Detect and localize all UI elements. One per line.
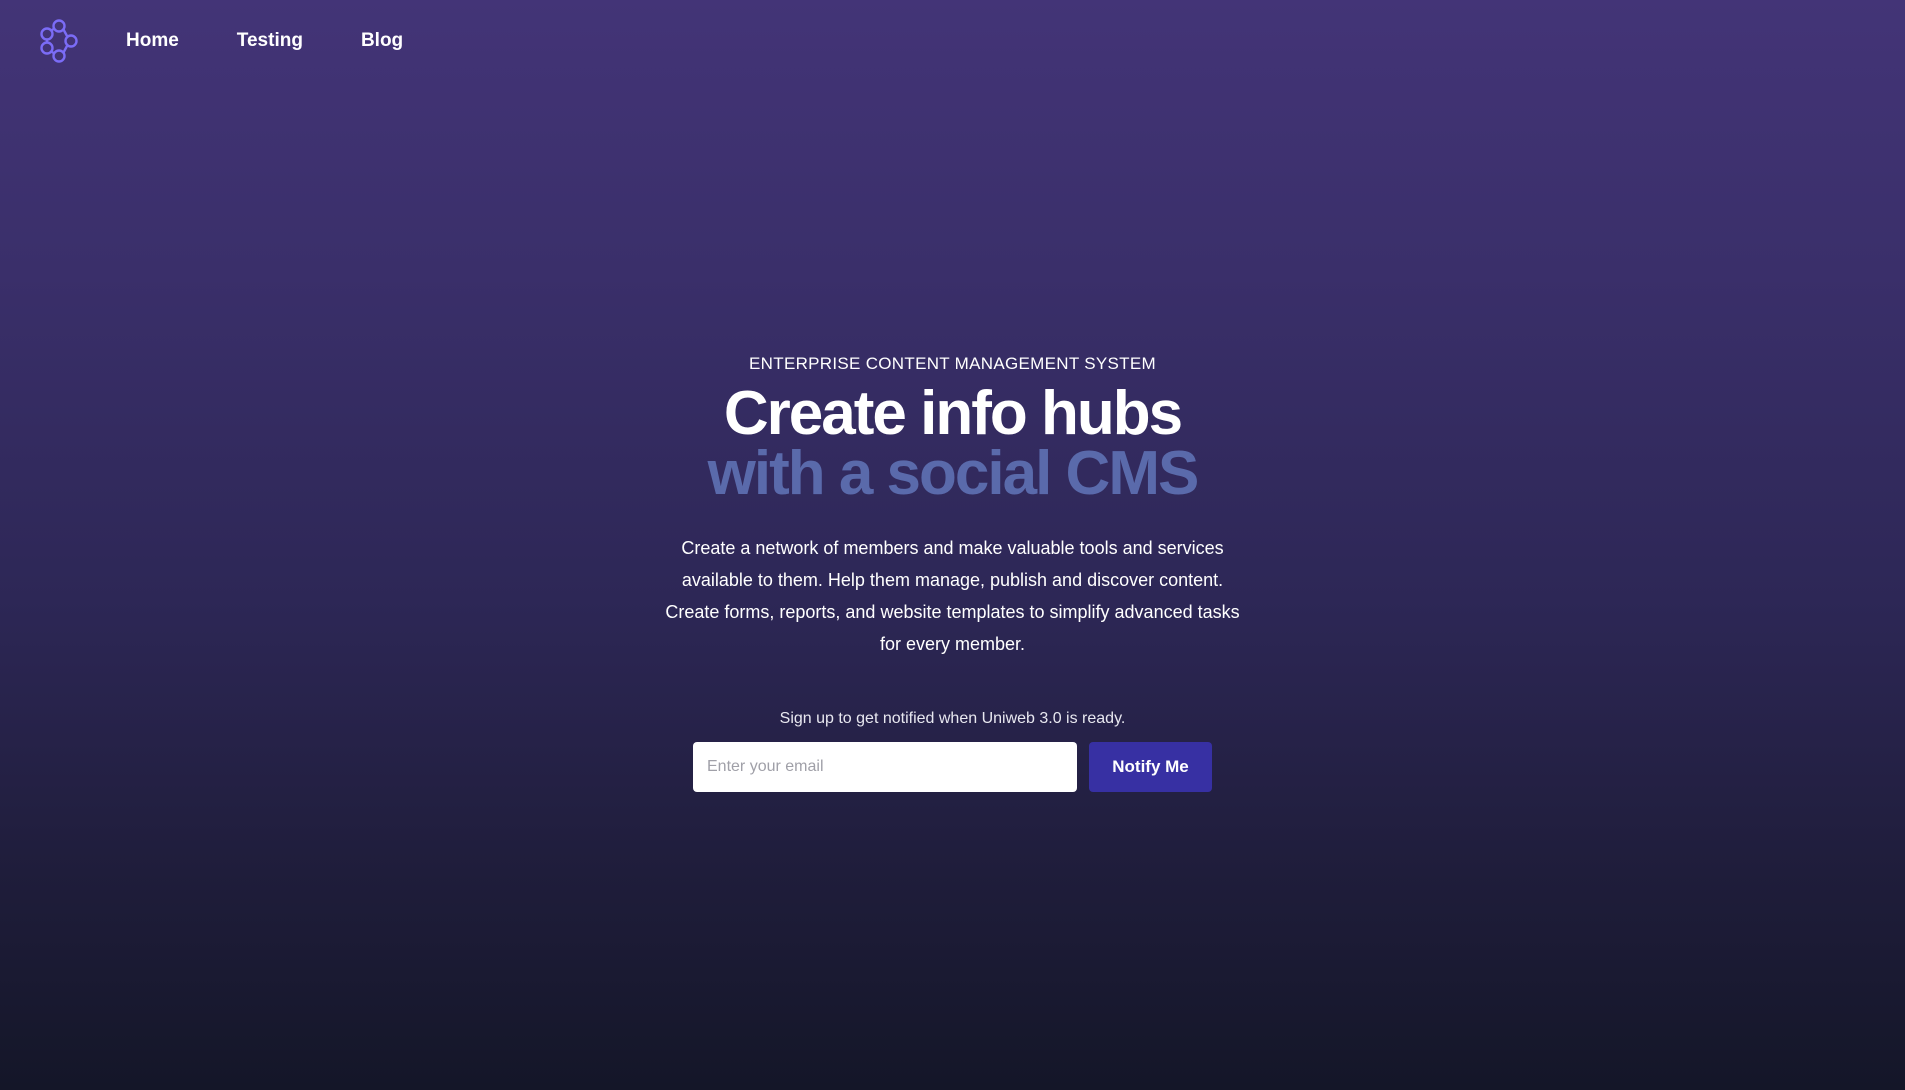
hero-headline-line2: with a social CMS (707, 439, 1200, 508)
hero-headline-line1: Create info hubs (723, 379, 1183, 448)
top-navigation: Home Testing Blog (0, 0, 1905, 82)
hero-headline: Create info hubs with a social CMS (0, 379, 1905, 508)
main-nav: Home Testing Blog (126, 26, 461, 56)
notify-me-button[interactable]: Notify Me (1089, 742, 1212, 792)
nav-item-home[interactable]: Home (126, 26, 179, 56)
uniweb-logo-icon[interactable] (36, 18, 82, 64)
hero-section: ENTERPRISE CONTENT MANAGEMENT SYSTEM Cre… (0, 350, 1905, 792)
signup-note: Sign up to get notified when Uniweb 3.0 … (779, 710, 1126, 727)
hero-eyebrow: ENTERPRISE CONTENT MANAGEMENT SYSTEM (749, 354, 1156, 373)
email-input[interactable] (693, 742, 1077, 792)
nav-item-blog[interactable]: Blog (361, 26, 403, 56)
hero-description: Create a network of members and make val… (665, 538, 1240, 654)
nav-item-testing[interactable]: Testing (237, 26, 303, 56)
signup-form: Notify Me (0, 742, 1905, 792)
